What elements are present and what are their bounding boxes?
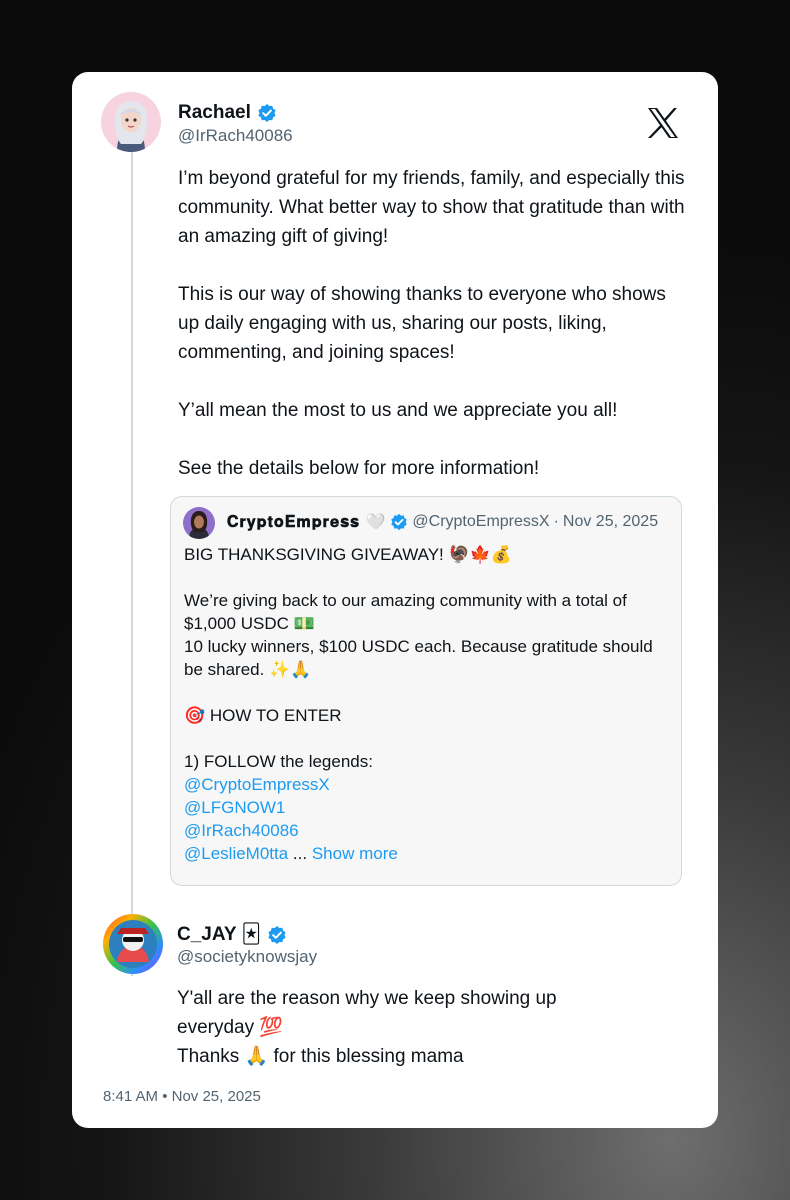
post-paragraph: See the details below for more informati… xyxy=(178,458,540,479)
post-paragraph: Y’all mean the most to us and we appreci… xyxy=(178,400,618,421)
author-avatar[interactable] xyxy=(101,92,161,152)
x-logo-icon[interactable] xyxy=(646,106,680,140)
quoted-author-avatar[interactable] xyxy=(183,507,215,539)
reply-author-name[interactable]: C_JAY 🃏 xyxy=(177,923,261,946)
author-name[interactable]: Rachael xyxy=(178,102,251,124)
mention-link[interactable]: @CryptoEmpressX xyxy=(184,775,330,794)
reply-author-avatar[interactable] xyxy=(103,914,163,974)
verified-badge-icon xyxy=(390,513,408,531)
quoted-author-name[interactable]: 𝐂𝐫𝐲𝐩𝐭𝐨𝐄𝐦𝐩𝐫𝐞𝐬𝐬 🤍 xyxy=(227,512,386,532)
author-name-row: Rachael xyxy=(178,102,277,124)
quoted-paragraph: 10 lucky winners, $100 USDC each. Becaus… xyxy=(184,637,653,679)
ellipsis: ... xyxy=(288,844,308,863)
verified-badge-icon xyxy=(267,925,287,945)
quoted-step: 1) FOLLOW the legends: xyxy=(184,752,373,771)
reply-paragraph: Thanks 🙏 for this blessing mama xyxy=(177,1046,464,1067)
quoted-post-body: BIG THANKSGIVING GIVEAWAY! 🦃🍁💰 We’re giv… xyxy=(184,543,670,865)
post-timestamp[interactable]: 8:41 AM • Nov 25, 2025 xyxy=(103,1088,261,1105)
how-to-enter-heading: 🎯 HOW TO ENTER xyxy=(184,706,342,725)
author-handle[interactable]: @IrRach40086 xyxy=(178,126,293,146)
mention-link[interactable]: @LeslieM0tta xyxy=(184,844,288,863)
quoted-post[interactable]: 𝐂𝐫𝐲𝐩𝐭𝐨𝐄𝐦𝐩𝐫𝐞𝐬𝐬 🤍 @CryptoEmpressX · Nov 25… xyxy=(170,496,682,886)
quoted-headline: BIG THANKSGIVING GIVEAWAY! 🦃🍁💰 xyxy=(184,545,512,564)
quoted-paragraph: We’re giving back to our amazing communi… xyxy=(184,591,627,633)
post-body: I’m beyond grateful for my friends, fami… xyxy=(178,164,688,483)
reply-body: Y'all are the reason why we keep showing… xyxy=(177,984,617,1071)
quoted-post-date[interactable]: Nov 25, 2025 xyxy=(563,513,658,531)
verified-badge-icon xyxy=(257,103,277,123)
show-more-link[interactable]: Show more xyxy=(312,844,398,863)
mention-link[interactable]: @IrRach40086 xyxy=(184,821,299,840)
reply-author-name-row: C_JAY 🃏 xyxy=(177,923,287,946)
reply-author-handle[interactable]: @societyknowsjay xyxy=(177,947,317,967)
mention-link[interactable]: @LFGNOW1 xyxy=(184,798,285,817)
thread-connector-line xyxy=(131,152,133,976)
quoted-author-handle[interactable]: @CryptoEmpressX xyxy=(412,513,549,531)
quoted-header: 𝐂𝐫𝐲𝐩𝐭𝐨𝐄𝐦𝐩𝐫𝐞𝐬𝐬 🤍 @CryptoEmpressX · Nov 25… xyxy=(227,512,658,532)
post-paragraph: This is our way of showing thanks to eve… xyxy=(178,284,666,363)
post-card: Rachael @IrRach40086 I’m beyond grateful… xyxy=(72,72,718,1128)
post-paragraph: I’m beyond grateful for my friends, fami… xyxy=(178,168,685,247)
reply-paragraph: Y'all are the reason why we keep showing… xyxy=(177,988,557,1038)
separator-dot: · xyxy=(553,513,559,530)
